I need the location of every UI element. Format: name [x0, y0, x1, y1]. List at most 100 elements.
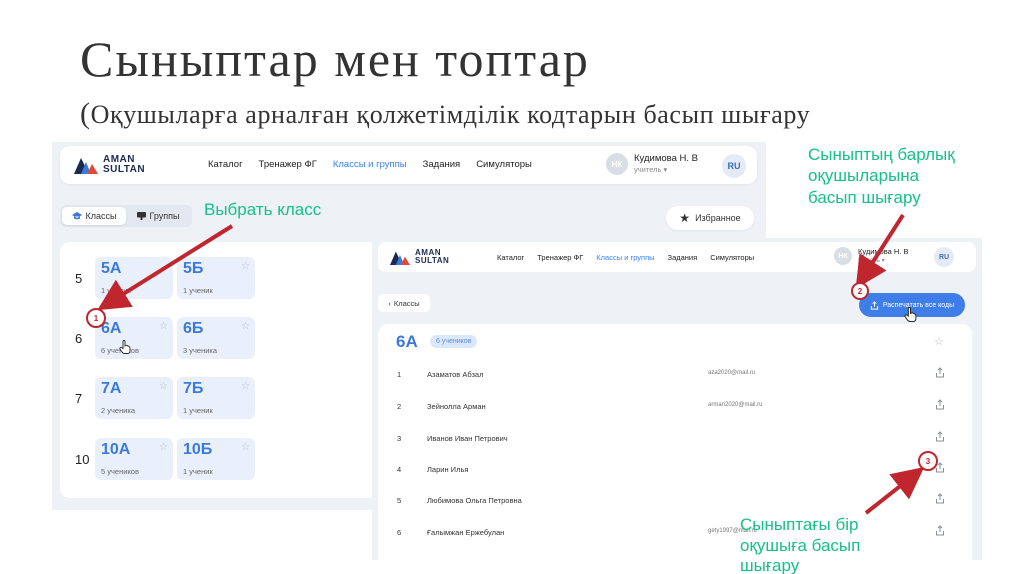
grade-label: 10	[75, 452, 90, 467]
class-card-5b[interactable]: 5Б ☆ 1 ученик	[177, 257, 255, 299]
nav-classes-groups[interactable]: Классы и группы	[333, 159, 407, 170]
class-count: 1 ученик	[183, 406, 213, 415]
print-code-icon[interactable]	[935, 431, 945, 442]
favorite-star-icon[interactable]: ☆	[159, 321, 168, 332]
class-name: 10А	[101, 441, 131, 458]
logo-mark-icon	[74, 158, 98, 174]
slide-subtitle: (Оқушыларға арналған қолжетімділік кодта…	[80, 97, 810, 131]
top-navbar: AMAN SULTAN Каталог Тренажер ФГ Классы и…	[378, 242, 976, 272]
annotation-line: Сыныптағы бір	[740, 515, 859, 534]
avatar: НК	[606, 153, 628, 175]
class-card-7b[interactable]: 7Б ☆ 1 ученик	[177, 377, 255, 419]
favorite-star-icon[interactable]: ☆	[241, 321, 250, 332]
student-name: Зейнолла Арман	[427, 402, 486, 411]
language-switch[interactable]: RU	[934, 247, 954, 267]
tab-classes[interactable]: Классы	[62, 207, 126, 225]
hand-cursor-icon	[119, 340, 131, 354]
step-marker-1: 1	[86, 308, 106, 328]
row-number: 2	[397, 402, 402, 411]
share-icon	[870, 300, 878, 310]
class-card-6b[interactable]: 6Б ☆ 3 ученика	[177, 317, 255, 359]
favorites-label: Избранное	[695, 213, 741, 223]
class-name: 7Б	[183, 380, 204, 397]
avatar: НК	[834, 247, 852, 265]
row-number: 6	[397, 528, 402, 537]
class-card-10b[interactable]: 10Б ☆ 1 ученик	[177, 438, 255, 480]
groups-icon	[136, 212, 146, 220]
favorite-star-icon[interactable]: ☆	[241, 442, 250, 453]
student-email: aza2020@mail.ru	[708, 370, 756, 376]
row-number: 4	[397, 465, 402, 474]
class-card-6a[interactable]: 6А ☆ 6 учеников	[95, 317, 173, 359]
student-name: Иванов Иван Петрович	[427, 434, 508, 443]
class-detail-panel: 6А 6 учеников ☆ 1 Азаматов Абзал aza2020…	[378, 324, 972, 560]
nav-trainer[interactable]: Тренажер ФГ	[537, 253, 583, 262]
grade-label: 6	[75, 331, 83, 346]
class-card-7a[interactable]: 7А ☆ 2 ученика	[95, 377, 173, 419]
table-row: 1 Азаматов Абзал aza2020@mail.ru	[378, 364, 972, 384]
nav-catalog[interactable]: Каталог	[208, 159, 243, 170]
class-name: 6Б	[183, 320, 204, 337]
nav-tasks[interactable]: Задания	[423, 159, 461, 170]
class-name: 5А	[101, 260, 122, 277]
nav-catalog[interactable]: Каталог	[497, 253, 524, 262]
slide-title: Сыныптар мен топтар	[80, 31, 590, 87]
language-switch[interactable]: RU	[722, 154, 746, 178]
logo[interactable]: AMAN SULTAN	[390, 249, 449, 265]
classes-panel: 5 5А 1 ученик 5Б ☆ 1 ученик 6 6А ☆ 6 уче…	[60, 242, 378, 498]
row-number: 1	[397, 370, 402, 379]
student-name: Азаматов Абзал	[427, 370, 484, 379]
row-number: 3	[397, 434, 402, 443]
nav-trainer[interactable]: Тренажер ФГ	[259, 159, 317, 170]
tab-groups-label: Группы	[149, 211, 180, 221]
back-button[interactable]: ‹ Классы	[378, 294, 430, 312]
nav-classes-groups[interactable]: Классы и группы	[596, 253, 654, 262]
nav-simulators[interactable]: Симуляторы	[476, 159, 532, 170]
table-row: 3 Иванов Иван Петрович	[378, 428, 972, 448]
main-nav: Каталог Тренажер ФГ Классы и группы Зада…	[497, 253, 754, 262]
student-name: Любимова Ольга Петровна	[427, 496, 522, 505]
print-code-icon[interactable]	[935, 367, 945, 378]
tab-groups[interactable]: Группы	[126, 207, 190, 225]
nav-tasks[interactable]: Задания	[668, 253, 698, 262]
view-switch: Классы Группы	[60, 205, 192, 227]
student-count-badge: 6 учеников	[430, 335, 478, 348]
class-detail-screenshot: AMAN SULTAN Каталог Тренажер ФГ Классы и…	[372, 238, 982, 560]
chevron-left-icon: ‹	[388, 298, 391, 308]
print-code-icon[interactable]	[935, 493, 945, 504]
slide: Сыныптар мен топтар (Оқушыларға арналған…	[0, 0, 1024, 574]
favorite-star-icon[interactable]: ☆	[241, 381, 250, 392]
annotation-print-all: Сыныптың барлық оқушыларына басып шығару	[808, 144, 955, 208]
row-number: 5	[397, 496, 402, 505]
table-row: 4 Ларин Илья	[378, 459, 972, 479]
top-navbar: AMAN SULTAN Каталог Тренажер ФГ Классы и…	[60, 146, 757, 184]
main-nav: Каталог Тренажер ФГ Классы и группы Зада…	[208, 159, 532, 170]
favorite-star-icon[interactable]: ☆	[241, 261, 250, 272]
user-menu[interactable]: НК Кудимова Н. В учитель ▾	[606, 153, 698, 175]
table-row: 5 Любимова Ольга Петровна	[378, 490, 972, 510]
annotation-line: оқушыларына	[808, 166, 920, 186]
logo-mark-icon	[390, 251, 410, 265]
grade-label: 5	[75, 271, 83, 286]
user-name: Кудимова Н. В	[858, 247, 909, 257]
favorite-star-icon[interactable]: ☆	[934, 335, 944, 348]
class-card-10a[interactable]: 10А ☆ 5 учеников	[95, 438, 173, 480]
user-menu[interactable]: НК Кудимова Н. В учитель ▾	[834, 247, 909, 265]
favorite-star-icon[interactable]: ☆	[159, 442, 168, 453]
print-code-icon[interactable]	[935, 399, 945, 410]
back-label: Классы	[393, 298, 420, 308]
subtitle-paren: (	[80, 97, 91, 130]
table-row: 6 Ғалымжан Ержебулан gety1997@mail.ru	[378, 522, 972, 542]
nav-simulators[interactable]: Симуляторы	[710, 253, 754, 262]
annotation-line: Сыныптың барлық	[808, 145, 955, 164]
logo[interactable]: AMAN SULTAN	[74, 155, 145, 175]
user-role: учитель ▾	[858, 257, 885, 264]
student-name: Ғалымжан Ержебулан	[427, 528, 505, 537]
class-count: 1 ученик	[101, 286, 131, 295]
class-card-5a[interactable]: 5А 1 ученик	[95, 257, 173, 299]
favorite-star-icon[interactable]: ☆	[159, 381, 168, 392]
hand-cursor-icon	[904, 307, 917, 322]
print-code-icon[interactable]	[935, 525, 945, 536]
favorites-button[interactable]: ★ Избранное	[666, 206, 754, 230]
class-count: 1 ученик	[183, 467, 213, 476]
